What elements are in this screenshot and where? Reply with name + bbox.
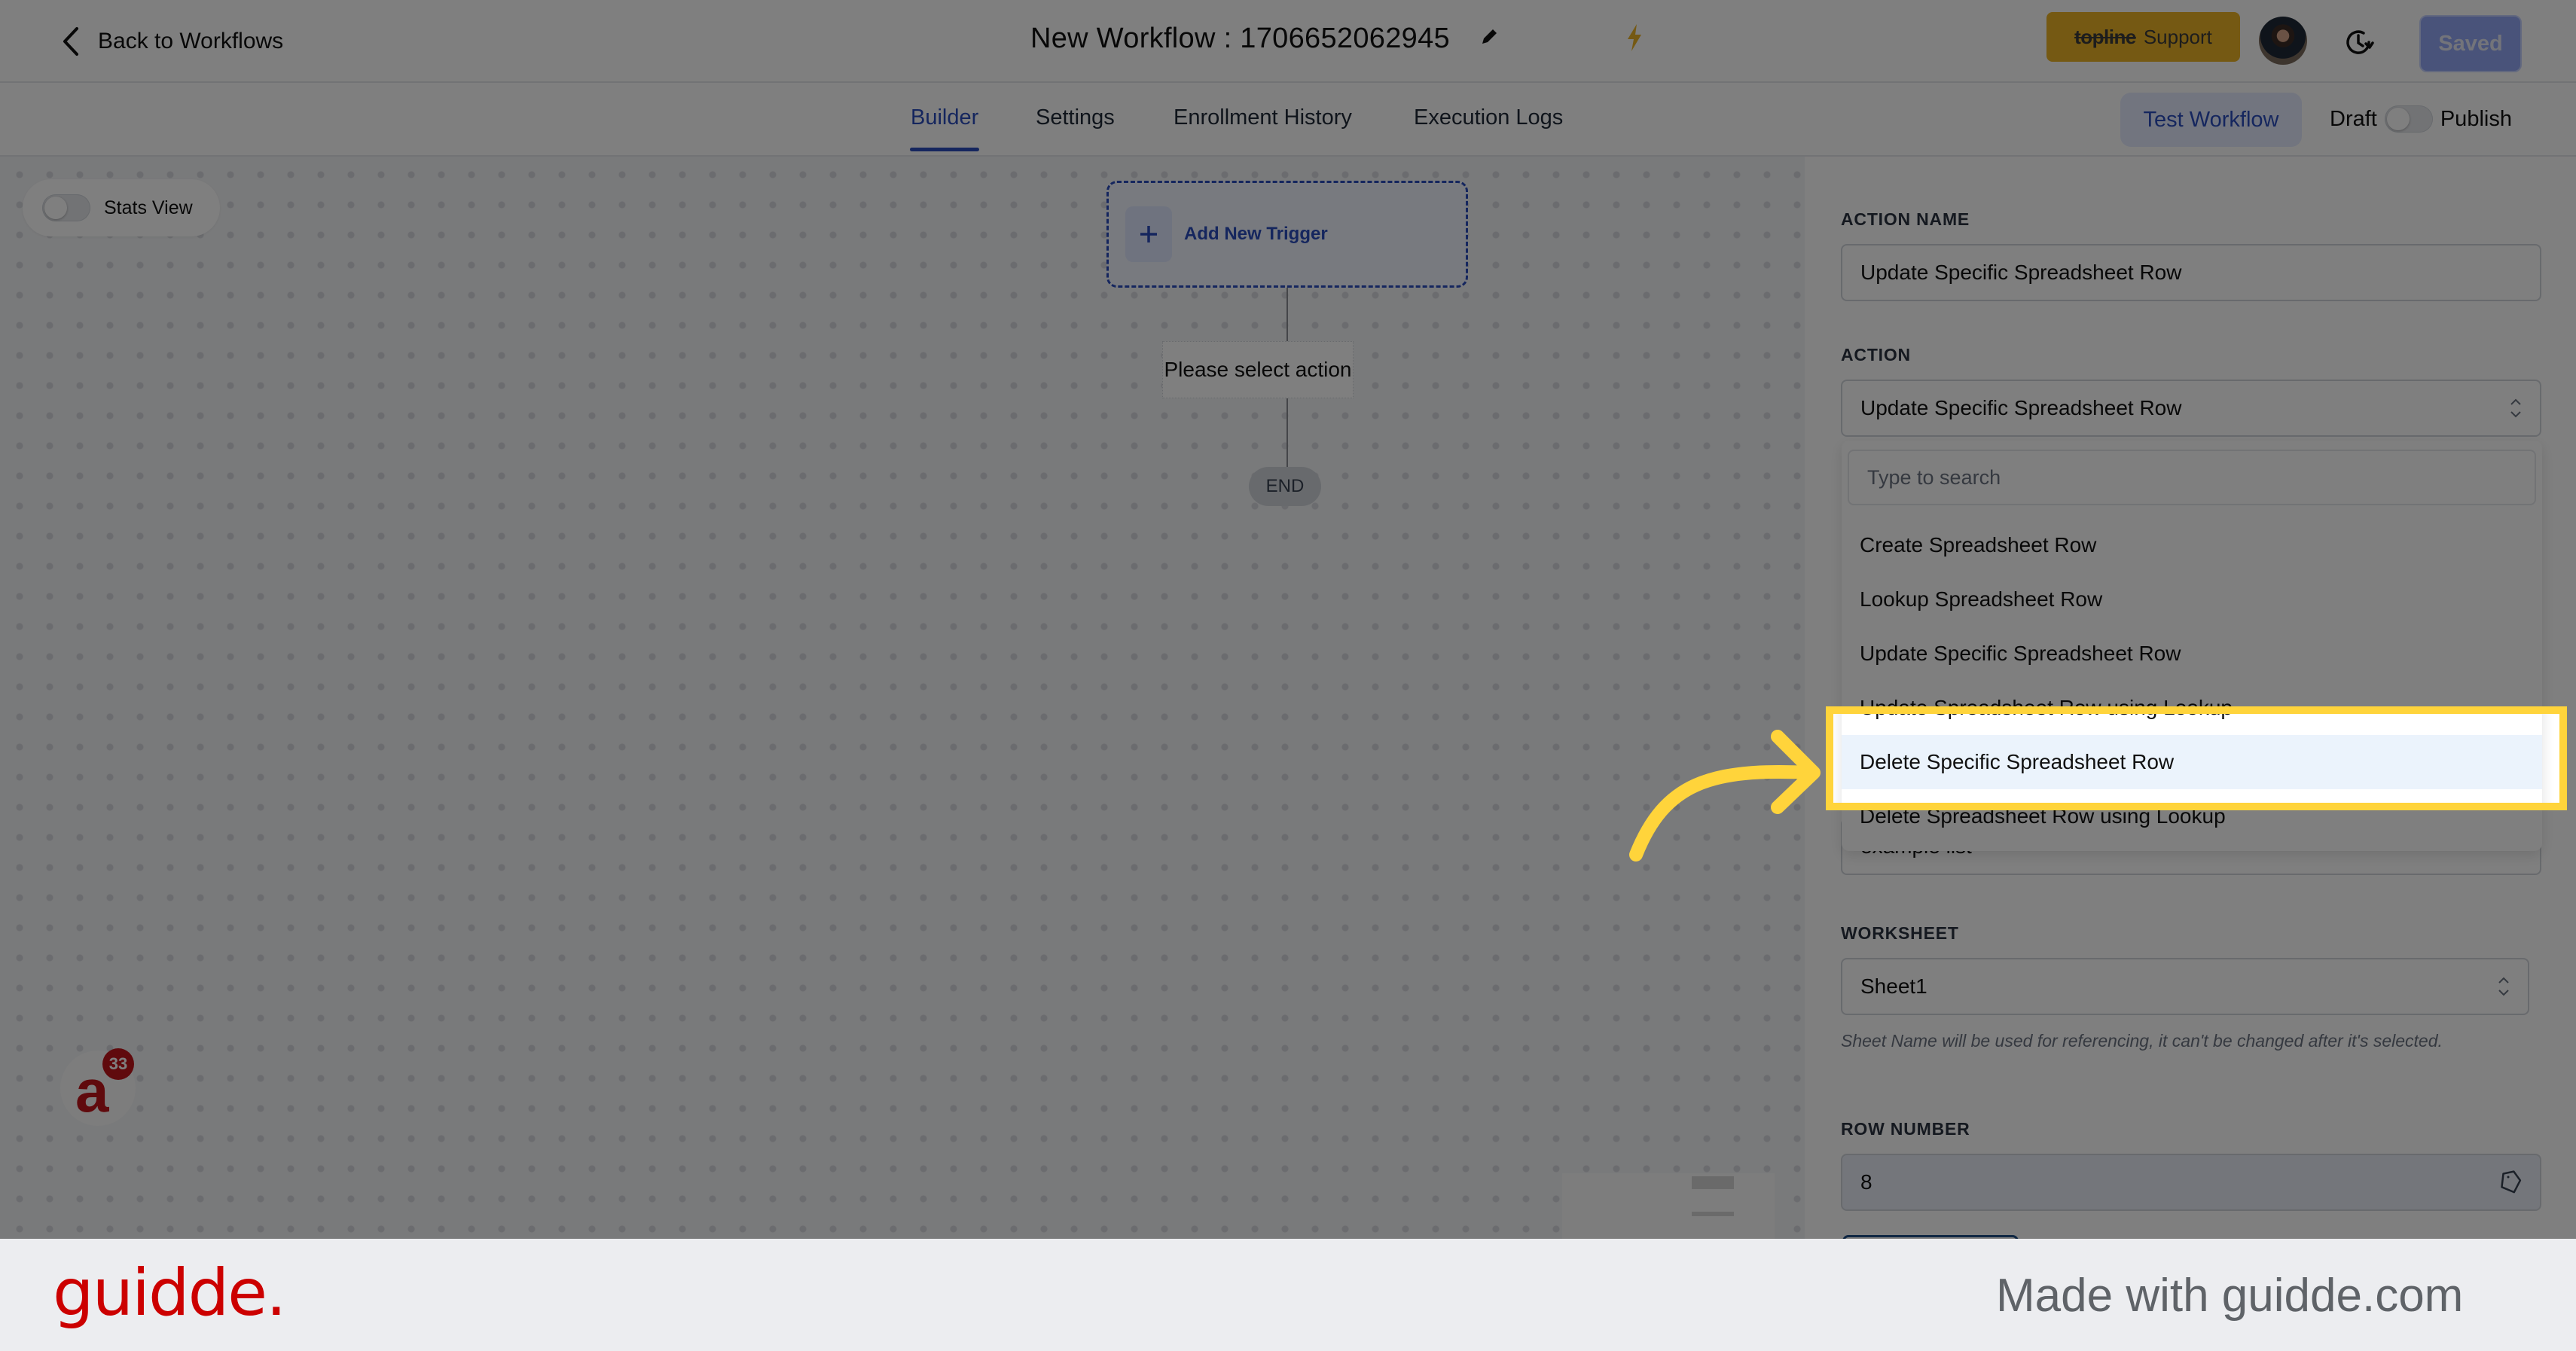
test-workflow-button[interactable]: Test Workflow xyxy=(2120,93,2302,147)
select-action-node[interactable]: Please select action xyxy=(1162,341,1354,398)
plus-icon xyxy=(1140,226,1157,242)
dropdown-option[interactable]: Delete Spreadsheet Row using Lookup xyxy=(1842,789,2542,843)
tab-builder[interactable]: Builder xyxy=(909,105,980,151)
workflow-builder-app: Back to Workflows New Workflow : 1706652… xyxy=(0,0,2576,1264)
saved-button[interactable]: Saved xyxy=(2419,15,2522,72)
dropdown-option[interactable]: Update Specific Spreadsheet Row xyxy=(1842,627,2542,681)
notification-badge: 33 xyxy=(102,1048,134,1080)
action-select[interactable]: Update Specific Spreadsheet Row xyxy=(1841,380,2541,437)
chevron-left-icon xyxy=(63,27,78,56)
row-number-value: 8 xyxy=(1860,1170,1872,1194)
draft-label: Draft xyxy=(2330,106,2377,131)
tag-icon[interactable] xyxy=(2498,1169,2523,1196)
add-trigger-button[interactable]: Add New Trigger xyxy=(1106,181,1468,288)
action-name-input[interactable]: Update Specific Spreadsheet Row xyxy=(1841,244,2541,301)
support-button[interactable]: topline Support xyxy=(2046,12,2240,62)
workflow-canvas[interactable]: Stats View Add New Trigger Please select… xyxy=(0,157,1805,1264)
history-icon[interactable] xyxy=(2344,27,2374,57)
select-updown-icon xyxy=(2498,977,2509,996)
connector-line xyxy=(1286,288,1288,341)
worksheet-select[interactable]: Sheet1 xyxy=(1841,958,2529,1015)
dropdown-search-input[interactable]: Type to search xyxy=(1848,450,2536,505)
publish-label: Publish xyxy=(2440,106,2512,131)
worksheet-select-value: Sheet1 xyxy=(1860,974,1927,998)
lightning-icon[interactable] xyxy=(1623,23,1646,53)
row-number-input[interactable]: 8 xyxy=(1841,1154,2541,1211)
action-name-label: ACTION NAME xyxy=(1841,209,1970,229)
worksheet-hint: Sheet Name will be used for referencing,… xyxy=(1841,1031,2443,1051)
user-avatar[interactable] xyxy=(2259,17,2307,65)
workflow-title: New Workflow : 1706652062945 xyxy=(1030,23,1500,55)
made-with-guidde: Made with guidde.com xyxy=(1996,1270,2464,1322)
stats-view-toggle[interactable] xyxy=(42,194,90,221)
top-header: Back to Workflows New Workflow : 1706652… xyxy=(0,0,2576,83)
support-label: Support xyxy=(2143,25,2212,48)
action-label: ACTION xyxy=(1841,345,1911,364)
row-number-label: ROW NUMBER xyxy=(1841,1119,1970,1139)
plus-tile xyxy=(1125,206,1172,262)
guidde-logo: guidde. xyxy=(53,1255,286,1331)
dropdown-option[interactable]: Update Spreadsheet Row using Lookup xyxy=(1842,681,2542,735)
stats-view-toggle-group: Stats View xyxy=(23,179,220,236)
select-updown-icon xyxy=(2510,398,2521,418)
pencil-icon xyxy=(1482,29,1497,44)
back-label: Back to Workflows xyxy=(98,29,284,53)
publish-toggle-group: Draft Publish xyxy=(2330,105,2512,133)
guidde-footer: guidde. Made with guidde.com xyxy=(0,1239,2576,1351)
tab-bar: Builder Settings Enrollment History Exec… xyxy=(0,83,2576,157)
curved-arrow-icon xyxy=(1629,730,1821,862)
stats-view-label: Stats View xyxy=(104,197,193,218)
minimap-node xyxy=(1692,1212,1734,1216)
dropdown-option-highlighted[interactable]: Delete Specific Spreadsheet Row xyxy=(1842,735,2542,789)
tab-settings[interactable]: Settings xyxy=(1036,105,1115,130)
connector-line xyxy=(1286,398,1288,467)
back-to-workflows-link[interactable]: Back to Workflows xyxy=(60,26,283,57)
minimap-node xyxy=(1692,1176,1734,1189)
add-trigger-label: Add New Trigger xyxy=(1184,224,1328,244)
tab-enrollment-history[interactable]: Enrollment History xyxy=(1174,105,1352,130)
dropdown-option[interactable]: Lookup Spreadsheet Row xyxy=(1842,572,2542,627)
support-brand: topline xyxy=(2074,25,2136,48)
action-dropdown: Type to search Create Spreadsheet Row Lo… xyxy=(1842,441,2542,851)
dropdown-option[interactable]: Create Spreadsheet Row xyxy=(1842,518,2542,572)
workflow-title-text: New Workflow : 1706652062945 xyxy=(1030,23,1450,54)
worksheet-label: WORKSHEET xyxy=(1841,923,1959,943)
edit-title-button[interactable] xyxy=(1479,23,1500,55)
end-node: END xyxy=(1249,467,1321,506)
action-select-value: Update Specific Spreadsheet Row xyxy=(1860,396,2182,419)
tab-execution-logs[interactable]: Execution Logs xyxy=(1414,105,1563,130)
publish-toggle[interactable] xyxy=(2384,105,2433,133)
